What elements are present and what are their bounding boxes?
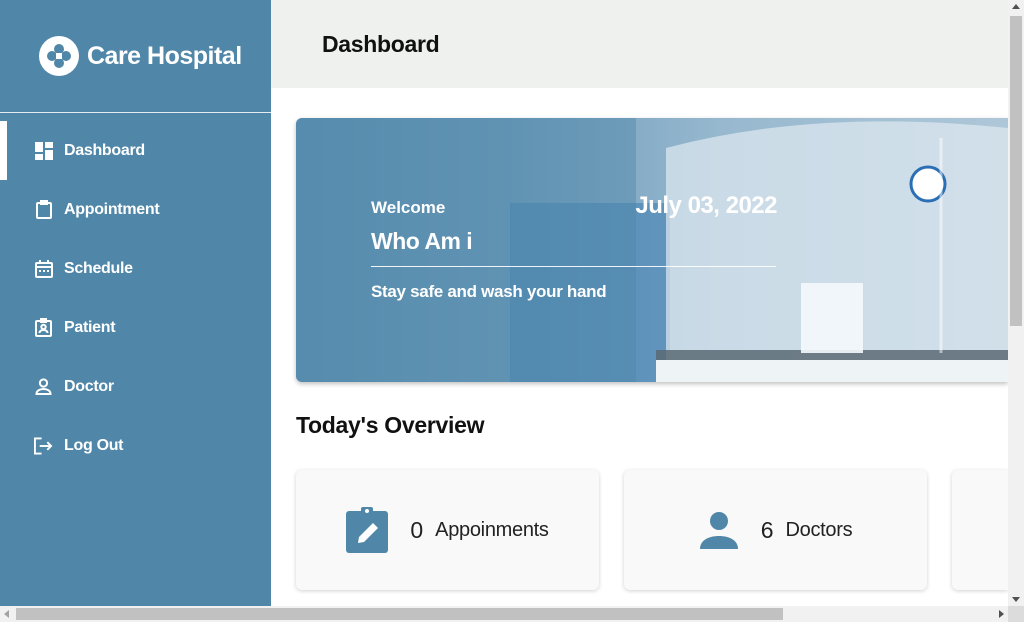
doctors-count: 6	[760, 516, 774, 543]
horizontal-scroll-thumb[interactable]	[16, 608, 783, 620]
brand-name: Care Hospital	[87, 41, 242, 70]
welcome-label: Welcome	[371, 198, 446, 217]
welcome-text-block: Welcome July 03, 2022 Who Am i Stay safe…	[371, 192, 777, 302]
sidebar-item-appointment[interactable]: Appointment	[0, 180, 271, 239]
hospital-logo-icon	[39, 36, 79, 76]
overview-card-partial[interactable]	[952, 470, 1008, 590]
sidebar-nav: Dashboard Appointment Schedule Patient D…	[0, 113, 271, 475]
horizontal-scrollbar[interactable]	[0, 606, 1008, 622]
person-icon	[699, 511, 739, 549]
appointments-count: 0	[410, 516, 424, 543]
scrollbar-corner	[1008, 606, 1024, 622]
patient-badge-icon	[34, 318, 53, 337]
person-icon	[34, 377, 53, 396]
calendar-icon	[34, 259, 53, 278]
sidebar-item-schedule[interactable]: Schedule	[0, 239, 271, 298]
welcome-banner: Welcome July 03, 2022 Who Am i Stay safe…	[296, 118, 1008, 382]
divider	[371, 266, 776, 267]
tagline: Stay safe and wash your hand	[371, 282, 607, 301]
user-name: Who Am i	[371, 228, 473, 254]
scroll-right-icon[interactable]	[999, 610, 1004, 618]
appointments-card[interactable]: 0 Appoinments	[296, 470, 599, 590]
logout-icon	[34, 436, 53, 455]
doctors-label: Doctors	[785, 518, 853, 541]
sidebar-item-doctor[interactable]: Doctor	[0, 357, 271, 416]
sidebar-item-logout[interactable]: Log Out	[0, 416, 271, 475]
sidebar-item-label: Log Out	[64, 436, 124, 454]
scroll-down-icon[interactable]	[1012, 597, 1020, 602]
sidebar-item-label: Dashboard	[64, 141, 145, 159]
vertical-scrollbar[interactable]	[1008, 0, 1024, 606]
current-date: July 03, 2022	[635, 192, 777, 219]
doctors-card[interactable]: 6 Doctors	[624, 470, 927, 590]
sidebar-item-label: Appointment	[64, 200, 160, 218]
sidebar-item-label: Doctor	[64, 377, 114, 395]
top-bar: Dashboard	[271, 0, 1008, 88]
brand[interactable]: Care Hospital	[0, 0, 271, 113]
sidebar-item-label: Patient	[64, 318, 116, 336]
clipboard-icon	[34, 200, 53, 219]
sidebar-item-label: Schedule	[64, 259, 133, 277]
sidebar-item-dashboard[interactable]: Dashboard	[0, 121, 271, 180]
sidebar: Care Hospital Dashboard Appointment Sche…	[0, 0, 271, 606]
dashboard-icon	[34, 141, 53, 160]
sidebar-item-patient[interactable]: Patient	[0, 298, 271, 357]
clipboard-edit-icon	[346, 507, 389, 553]
vertical-scroll-thumb[interactable]	[1010, 16, 1022, 326]
scroll-left-icon[interactable]	[4, 610, 9, 618]
scroll-up-icon[interactable]	[1012, 4, 1020, 9]
appointments-label: Appoinments	[435, 518, 549, 541]
page-title: Dashboard	[322, 30, 440, 57]
overview-title: Today's Overview	[296, 412, 485, 438]
